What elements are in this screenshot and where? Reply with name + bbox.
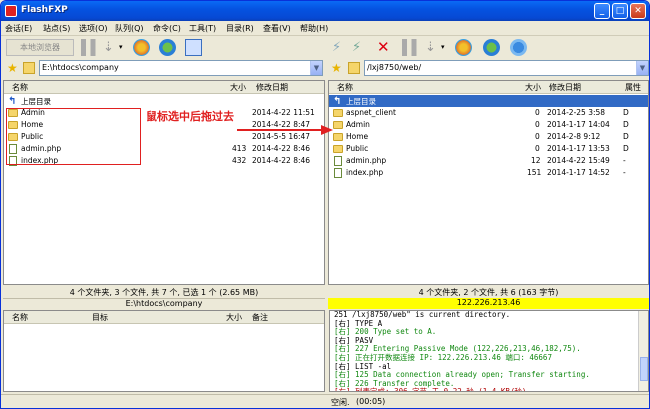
transfer-icon[interactable]: ⇣ bbox=[425, 39, 442, 56]
status-idle: 空闲. bbox=[331, 398, 350, 407]
folder-icon bbox=[333, 109, 343, 117]
file-row[interactable]: Public 0 2014-1-17 13:53 D bbox=[329, 143, 648, 155]
log-line: [右] 200 Type set to A. bbox=[334, 327, 437, 337]
close-button[interactable]: ✕ bbox=[630, 3, 646, 19]
right-file-pane[interactable]: 名称 大小 修改日期 属性 ↰ 上层目录 aspnet_client 0 2014-… bbox=[328, 80, 649, 285]
folder-icon[interactable] bbox=[23, 62, 35, 74]
col-attr[interactable]: 属性 bbox=[625, 82, 641, 93]
menu-help[interactable]: 帮助(H) bbox=[300, 23, 328, 34]
left-status: 4 个文件夹, 3 个文件, 共 7 个, 已选 1 个 (2.65 MB) bbox=[69, 288, 259, 297]
refresh-icon[interactable] bbox=[133, 39, 150, 56]
col-date[interactable]: 修改日期 bbox=[549, 82, 581, 93]
connect-icon[interactable]: ⚡ bbox=[332, 39, 349, 56]
refresh-icon[interactable] bbox=[455, 39, 472, 56]
log-line: [右] 列表完成: 306 字节 于 0.22 秒 (1.4 KB/秒) bbox=[334, 387, 527, 392]
left-column-header: 名称 大小 修改日期 bbox=[4, 81, 324, 94]
folder-icon[interactable] bbox=[348, 62, 360, 74]
left-toolbar: 本地浏览器 ⇣ ▾ bbox=[1, 36, 325, 58]
queue-header: 名称 目标 大小 备注 bbox=[4, 311, 324, 324]
folder-icon bbox=[333, 121, 343, 129]
col-note[interactable]: 备注 bbox=[252, 312, 268, 323]
menu-options[interactable]: 选项(O) bbox=[79, 23, 108, 34]
menu-bar: 会话(E) 站点(S) 选项(O) 队列(Q) 命令(C) 工具(T) 目录(R… bbox=[1, 21, 649, 36]
parent-dir-row[interactable]: ↰ 上层目录 bbox=[329, 95, 648, 107]
globe-icon[interactable] bbox=[510, 39, 527, 56]
server-ip: 122.226.213.46 bbox=[328, 298, 649, 309]
file-row[interactable]: admin.php 12 2014-4-22 15:49- bbox=[329, 155, 648, 167]
chevron-down-icon[interactable]: ▼ bbox=[636, 61, 648, 75]
file-row[interactable]: Admin 0 2014-1-17 14:04 D bbox=[329, 119, 648, 131]
folder-icon bbox=[333, 133, 343, 141]
left-path-text: E:\htdocs\company bbox=[42, 63, 119, 72]
abort-icon[interactable]: ✕ bbox=[377, 39, 394, 56]
right-column-header: 名称 大小 修改日期 属性 bbox=[329, 81, 648, 94]
minimize-button[interactable]: _ bbox=[594, 3, 610, 19]
maximize-button[interactable]: □ bbox=[612, 3, 628, 19]
title-bar: FlashFXP _ □ ✕ bbox=[1, 1, 649, 21]
col-target[interactable]: 目标 bbox=[92, 312, 108, 323]
drag-arrow-icon bbox=[237, 125, 333, 135]
up-arrow-icon: ↰ bbox=[333, 96, 342, 107]
menu-queue[interactable]: 队列(Q) bbox=[115, 23, 144, 34]
favorites-star-icon[interactable]: ★ bbox=[7, 62, 19, 74]
right-path-text: /lxj8750/web/ bbox=[367, 63, 422, 72]
col-name[interactable]: 名称 bbox=[12, 312, 28, 323]
menu-directory[interactable]: 目录(R) bbox=[226, 23, 254, 34]
file-row[interactable]: Home 0 2014-2-8 9:12 D bbox=[329, 131, 648, 143]
parent-dir-row[interactable]: ↰ 上层目录 bbox=[4, 95, 324, 107]
favorites-star-icon[interactable]: ★ bbox=[331, 62, 343, 74]
folder-icon bbox=[333, 145, 343, 153]
local-view-icon[interactable] bbox=[185, 39, 202, 56]
sync-icon[interactable] bbox=[159, 39, 176, 56]
scrollbar-thumb[interactable] bbox=[640, 357, 648, 381]
app-icon bbox=[5, 5, 17, 17]
pause-icon[interactable] bbox=[81, 39, 98, 56]
app-window: FlashFXP _ □ ✕ 会话(E) 站点(S) 选项(O) 队列(Q) 命… bbox=[0, 0, 650, 409]
menu-sites[interactable]: 站点(S) bbox=[43, 23, 70, 34]
pause-icon[interactable] bbox=[402, 39, 419, 56]
right-status: 4 个文件夹, 2 个文件, 共 6 (163 字节) bbox=[418, 288, 559, 297]
chevron-down-icon[interactable]: ▾ bbox=[441, 39, 449, 56]
chevron-down-icon[interactable]: ▾ bbox=[119, 39, 127, 56]
php-file-icon bbox=[334, 168, 342, 178]
right-path-input[interactable]: /lxj8750/web/ ▼ bbox=[364, 60, 649, 76]
file-row[interactable]: aspnet_client 0 2014-2-25 3:58 D bbox=[329, 107, 648, 119]
sync-icon[interactable] bbox=[483, 39, 500, 56]
right-toolbar: ⚡ ⚡ ✕ ⇣ ▾ bbox=[327, 36, 649, 58]
drag-annotation: 鼠标选中后拖过去 bbox=[146, 110, 234, 123]
col-name[interactable]: 名称 bbox=[337, 82, 353, 93]
status-bar: 空闲. (00:05) bbox=[1, 394, 649, 408]
file-row[interactable]: index.php 151 2014-1-17 14:52- bbox=[329, 167, 648, 179]
up-arrow-icon: ↰ bbox=[8, 96, 17, 107]
chevron-down-icon[interactable]: ▼ bbox=[310, 61, 322, 75]
log-scrollbar[interactable] bbox=[638, 311, 648, 391]
col-size[interactable]: 大小 bbox=[230, 82, 246, 93]
menu-tools[interactable]: 工具(T) bbox=[189, 23, 216, 34]
col-date[interactable]: 修改日期 bbox=[256, 82, 288, 93]
menu-session[interactable]: 会话(E) bbox=[5, 23, 32, 34]
col-size[interactable]: 大小 bbox=[226, 312, 242, 323]
local-browser-button[interactable]: 本地浏览器 bbox=[6, 39, 74, 56]
col-name[interactable]: 名称 bbox=[12, 82, 28, 93]
menu-view[interactable]: 查看(V) bbox=[263, 23, 291, 34]
left-path-status: E:\htdocs\company bbox=[3, 298, 325, 308]
selection-highlight bbox=[6, 108, 141, 165]
queue-pane[interactable]: 名称 目标 大小 备注 bbox=[3, 310, 325, 392]
log-pane[interactable]: 251 /lxj8750/web" is current directory.[… bbox=[329, 310, 649, 392]
log-lines: 251 /lxj8750/web" is current directory.[… bbox=[330, 311, 648, 392]
transfer-icon[interactable]: ⇣ bbox=[103, 39, 120, 56]
disconnect-icon[interactable]: ⚡ bbox=[352, 39, 369, 56]
php-file-icon bbox=[334, 156, 342, 166]
menu-commands[interactable]: 命令(C) bbox=[153, 23, 181, 34]
left-path-input[interactable]: E:\htdocs\company ▼ bbox=[39, 60, 323, 76]
window-title: FlashFXP bbox=[21, 5, 68, 15]
col-size[interactable]: 大小 bbox=[525, 82, 541, 93]
status-time: (00:05) bbox=[356, 397, 386, 406]
